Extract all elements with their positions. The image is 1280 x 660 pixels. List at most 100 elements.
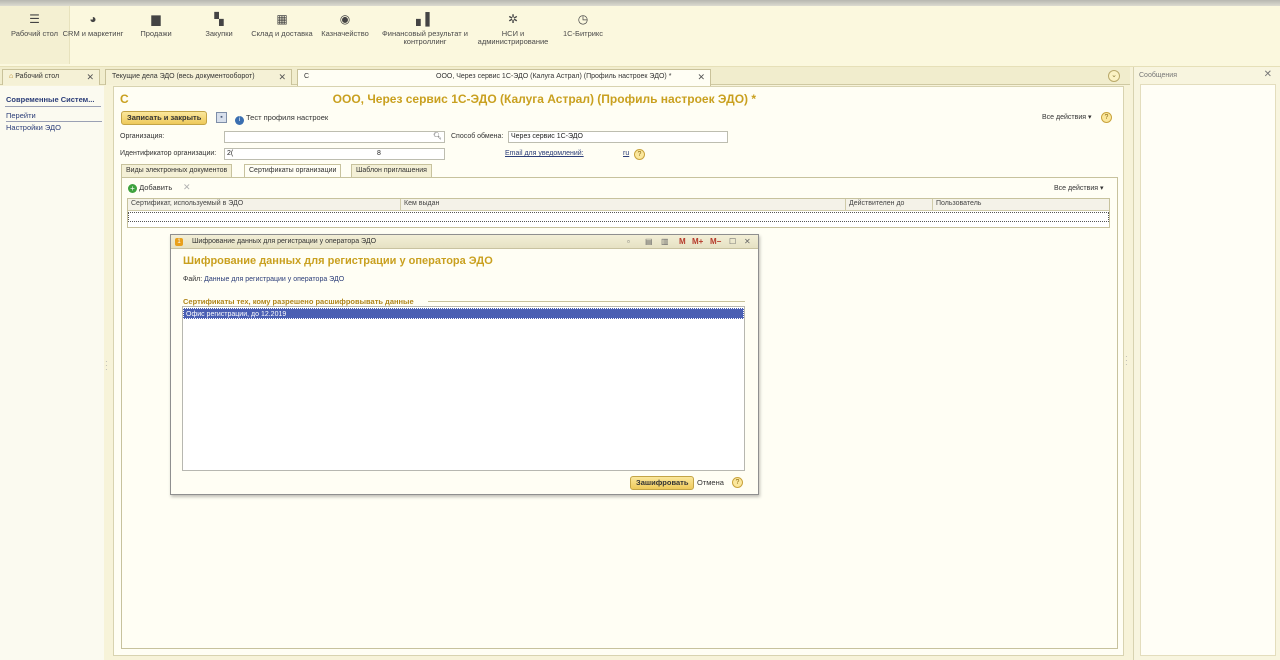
title-text: ООО, Через сервис 1С-ЭДО (Калуга Астрал)… xyxy=(332,92,757,106)
memory-button[interactable]: M xyxy=(679,237,686,246)
test-profile-button[interactable]: i Тест профиля настроек xyxy=(235,113,328,125)
section-admin[interactable]: ✲ НСИ и администрирование xyxy=(475,8,551,46)
tab-certificates[interactable]: Сертификаты организации xyxy=(244,164,342,178)
close-icon[interactable]: ✕ xyxy=(697,70,705,84)
close-icon[interactable]: ✕ xyxy=(278,70,286,84)
section-warehouse[interactable]: ▦ Склад и доставка xyxy=(247,8,317,38)
exchange-method-field[interactable]: Через сервис 1С-ЭДО xyxy=(508,131,728,143)
file-label: Файл: xyxy=(183,276,203,283)
messages-list xyxy=(1140,84,1276,656)
column-separator xyxy=(932,199,933,211)
messages-title: Сообщения xyxy=(1139,72,1177,79)
test-profile-label: Тест профиля настроек xyxy=(246,113,329,122)
section-label: CRM и маркетинг xyxy=(62,29,124,38)
tabs-more-button[interactable]: ⌄ xyxy=(1108,70,1120,82)
search-icon[interactable]: 🔍︎ xyxy=(433,132,442,142)
exchange-method-label: Способ обмена: xyxy=(451,133,504,140)
org-id-field[interactable]: 2( 8 xyxy=(224,148,445,160)
column-header-valid-until[interactable]: Действителен до xyxy=(849,200,904,207)
all-actions-menu[interactable]: Все действия ▾ xyxy=(1042,113,1091,121)
add-button[interactable]: + Добавить xyxy=(128,183,172,193)
app-logo-icon: 1 xyxy=(175,238,183,246)
section-finance[interactable]: ▖▌ Финансовый результат и контроллинг xyxy=(382,8,468,46)
certificates-table[interactable]: Сертификат, используемый в ЭДО Кем выдан… xyxy=(127,198,1110,228)
help-icon[interactable]: ? xyxy=(732,477,743,488)
section-treasury[interactable]: ◉ Казначейство xyxy=(310,8,380,38)
go-to-header: Перейти xyxy=(6,111,102,122)
close-icon[interactable]: ✕ xyxy=(744,237,751,246)
section-label: Продажи xyxy=(140,29,172,38)
pie-chart-icon: ◕ xyxy=(89,12,97,26)
email-value-link[interactable]: ru xyxy=(623,150,629,157)
open-windows-tabs: ⌂ Рабочий стол ✕ Текущие дела ЭДО (весь … xyxy=(0,67,1130,86)
section-sales[interactable]: ▆ Продажи xyxy=(121,8,191,38)
organization-name: Современные Систем... xyxy=(6,95,95,104)
nav-link-edo-settings[interactable]: Настройки ЭДО xyxy=(6,123,61,132)
tab-home[interactable]: ⌂ Рабочий стол ✕ xyxy=(2,69,100,85)
org-id-label: Идентификатор организации: xyxy=(120,150,217,157)
maximize-icon[interactable]: ☐ xyxy=(729,237,736,246)
dialog-titlebar: 1 Шифрование данных для регистрации у оп… xyxy=(171,235,758,249)
recipient-certificates-list[interactable]: Офис регистрации, до 12.2019 xyxy=(182,306,745,471)
window-top-strip xyxy=(0,0,1280,6)
org-id-value-start: 2( xyxy=(227,150,234,157)
dialog-window-title: Шифрование данных для регистрации у опер… xyxy=(192,238,377,245)
memory-minus-button[interactable]: M− xyxy=(710,237,721,246)
tab-label: ООО, Через сервис 1С-ЭДО (Калуга Астрал)… xyxy=(436,73,672,80)
all-actions-menu[interactable]: Все действия ▾ xyxy=(1054,184,1103,192)
clock-icon: ◷ xyxy=(577,12,589,26)
column-header-user[interactable]: Пользователь xyxy=(936,200,981,207)
file-row: Файл: Данные для регистрации у оператора… xyxy=(183,276,344,283)
left-splitter[interactable]: · · · xyxy=(105,358,108,374)
list-item[interactable]: Офис регистрации, до 12.2019 xyxy=(183,308,744,319)
help-icon[interactable]: ? xyxy=(1101,112,1112,123)
right-splitter[interactable]: · · · xyxy=(1125,353,1128,369)
coin-icon: ◉ xyxy=(339,12,351,26)
section-crm[interactable]: ◕ CRM и маркетинг xyxy=(58,8,128,38)
messages-panel: Сообщения ✕ xyxy=(1133,67,1280,660)
calendar-icon[interactable]: ▤ xyxy=(645,237,653,246)
certificates-group-title: Сертификаты тех, кому разрешено расшифро… xyxy=(183,297,414,306)
calculator-icon[interactable]: ▥ xyxy=(661,237,669,246)
file-link[interactable]: Данные для регистрации у оператора ЭДО xyxy=(204,276,344,283)
tab-edo-profile[interactable]: С ООО, Через сервис 1С-ЭДО (Калуга Астра… xyxy=(297,69,711,86)
tab-label: Текущие дела ЭДО (весь документооборот) xyxy=(112,73,255,80)
tab-label: Рабочий стол xyxy=(15,73,60,80)
gear-icon: ✲ xyxy=(507,12,519,26)
tab-current-edo[interactable]: Текущие дела ЭДО (весь документооборот) … xyxy=(105,69,292,85)
section-purchases[interactable]: ▚ Закупки xyxy=(184,8,254,38)
save-icon[interactable]: ▪ xyxy=(216,112,227,123)
cancel-button[interactable]: Отмена xyxy=(697,478,724,487)
shopping-bag-icon: ▆ xyxy=(151,12,161,26)
column-separator xyxy=(400,199,401,211)
tab-document-types[interactable]: Виды электронных документов xyxy=(121,164,233,177)
column-header-issuer[interactable]: Кем выдан xyxy=(404,200,439,207)
section-bitrix[interactable]: ◷ 1С-Битрикс xyxy=(548,8,618,38)
memory-plus-button[interactable]: M+ xyxy=(692,237,703,246)
section-label: 1С-Битрикс xyxy=(562,29,604,38)
section-label: НСИ и администрирование xyxy=(477,29,549,46)
info-icon: i xyxy=(235,116,244,125)
organization-label: Организация: xyxy=(120,133,165,140)
navigation-panel: Современные Систем... Перейти Настройки … xyxy=(0,86,104,660)
email-notifications-link[interactable]: Email для уведомлений: xyxy=(505,150,584,157)
add-label: Добавить xyxy=(139,183,173,192)
org-id-value-end: 8 xyxy=(377,150,381,157)
divider xyxy=(428,301,745,302)
section-label: Финансовый результат и контроллинг xyxy=(382,29,468,46)
help-icon[interactable]: ? xyxy=(634,149,645,160)
close-icon[interactable]: ✕ xyxy=(86,70,94,84)
delete-icon[interactable]: ✕ xyxy=(183,182,191,193)
organization-field[interactable]: 🔍︎ xyxy=(224,131,445,143)
close-icon[interactable]: ✕ xyxy=(1264,69,1272,80)
link-icon[interactable]: ▫ xyxy=(627,237,630,246)
encrypt-button[interactable]: Зашифровать xyxy=(630,476,695,490)
table-header: Сертификат, используемый в ЭДО Кем выдан… xyxy=(128,199,1109,211)
plus-icon: + xyxy=(128,184,137,193)
table-row[interactable] xyxy=(128,212,1109,222)
bar-chart-icon: ▖▌ xyxy=(416,12,434,26)
tab-invitation-template[interactable]: Шаблон приглашения xyxy=(351,164,432,177)
column-header-certificate[interactable]: Сертификат, используемый в ЭДО xyxy=(131,200,243,207)
section-label: Казначейство xyxy=(321,29,369,38)
save-and-close-button[interactable]: Записать и закрыть xyxy=(121,111,208,125)
